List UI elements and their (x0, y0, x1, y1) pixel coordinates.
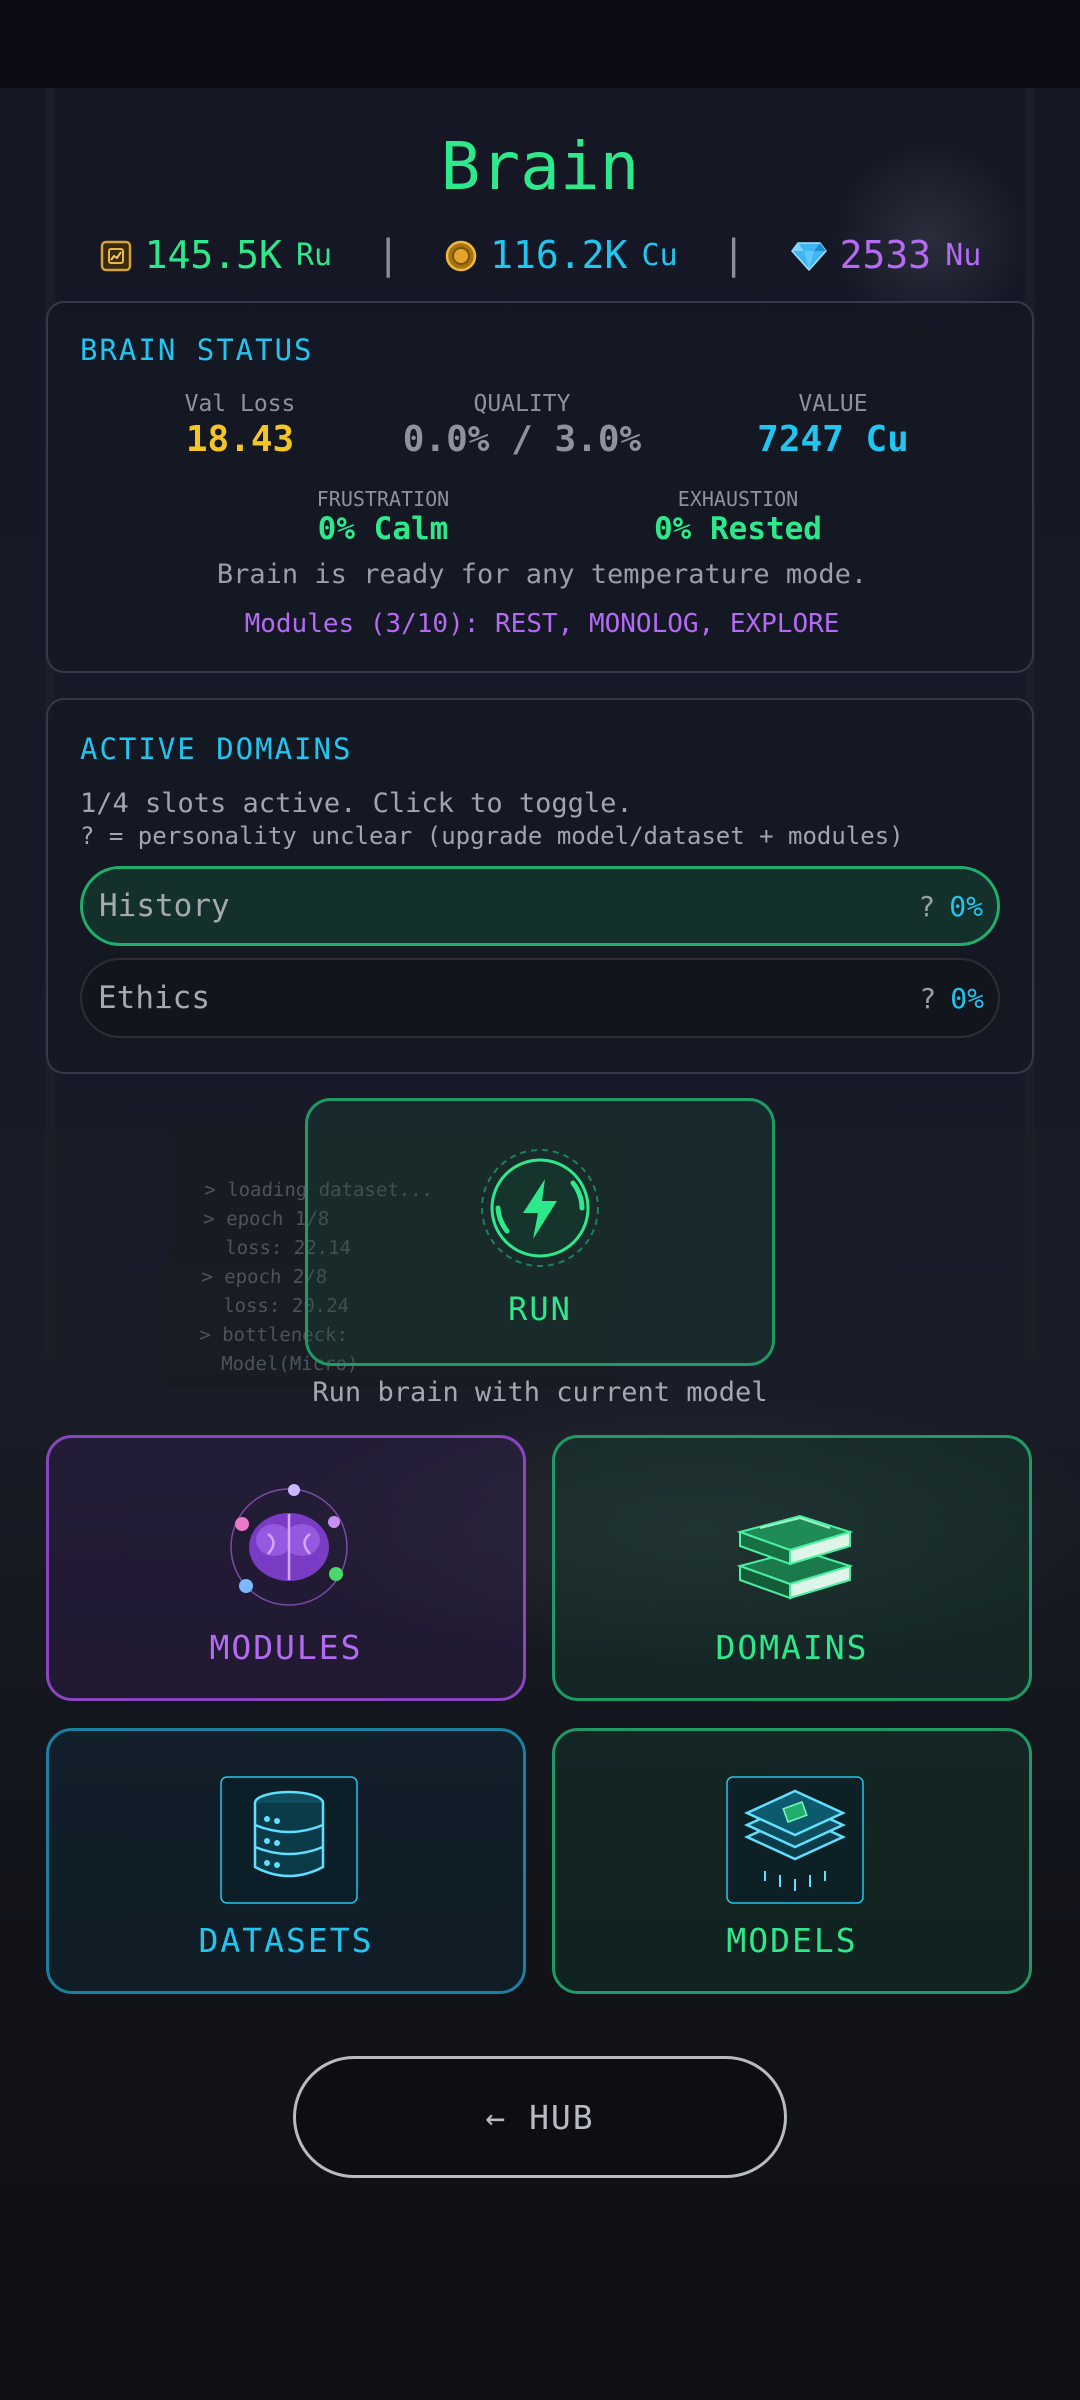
frustration-label: FRUSTRATION (316, 487, 450, 511)
books-icon (736, 1514, 854, 1600)
currency-bar: 145.5K Ru | 116.2K Cu | 2533 Nu (0, 225, 1080, 285)
model-layers-icon (726, 1776, 864, 1904)
currency-ru-amount: 145.5K (144, 233, 282, 277)
currency-separator: | (376, 232, 401, 278)
val-loss-label: Val Loss (184, 391, 296, 417)
currency-ru-unit: Ru (295, 237, 333, 273)
domains-tile-label: DOMAINS (715, 1628, 869, 1667)
domains-tile[interactable]: DOMAINS (552, 1435, 1032, 1701)
quality-label: QUALITY (473, 391, 571, 417)
active-domains-panel: ACTIVE DOMAINS 1/4 slots active. Click t… (46, 698, 1034, 1074)
value-value: 7247 Cu (757, 419, 909, 460)
domain-name: History (99, 888, 230, 924)
run-label: RUN (508, 1290, 572, 1328)
domain-name: Ethics (98, 980, 210, 1016)
quality-value: 0.0% / 3.0% (402, 419, 642, 460)
currency-cu-unit: Cu (641, 237, 678, 273)
chip-icon (99, 238, 133, 272)
diamond-icon (790, 238, 828, 272)
datasets-tile-label: DATASETS (198, 1921, 374, 1960)
domain-stats: ? 0% (918, 890, 983, 923)
brain-status-title: BRAIN STATUS (80, 333, 314, 367)
exhaustion-value: 0% Rested (654, 511, 822, 547)
domain-toggle-history[interactable]: History ? 0% (80, 866, 1000, 946)
personality-unclear-marker: ? (918, 889, 936, 923)
modules-summary: Modules (3/10): REST, MONOLOG, EXPLORE (244, 609, 840, 639)
currency-nu-unit: Nu (945, 237, 982, 273)
brain-icon (230, 1484, 348, 1606)
models-tile-label: MODELS (726, 1921, 858, 1960)
frustration-value: 0% Calm (317, 511, 449, 547)
page-title: Brain (440, 128, 640, 205)
exhaustion-label: EXHAUSTION (677, 487, 799, 511)
status-bar (0, 0, 1080, 88)
active-domains-title: ACTIVE DOMAINS (80, 732, 353, 766)
lightning-icon (481, 1149, 599, 1267)
coin-icon (444, 238, 478, 272)
personality-unclear-marker: ? (919, 981, 937, 1015)
brain-screen: > loading dataset... > epoch 1/8 loss: 2… (0, 0, 1080, 2400)
currency-separator: | (721, 232, 746, 278)
domain-toggle-ethics[interactable]: Ethics ? 0% (80, 958, 1000, 1038)
domain-percent: 0% (949, 889, 983, 923)
database-icon (220, 1776, 358, 1904)
val-loss-value: 18.43 (185, 419, 295, 460)
personality-hint: ? = personality unclear (upgrade model/d… (80, 822, 904, 850)
value-label: VALUE (798, 391, 868, 417)
modules-tile-label: MODULES (209, 1628, 363, 1667)
run-caption: Run brain with current model (312, 1377, 768, 1408)
datasets-tile[interactable]: DATASETS (46, 1728, 526, 1994)
modules-tile[interactable]: MODULES (46, 1435, 526, 1701)
hub-button[interactable]: ← HUB (293, 2056, 787, 2178)
currency-nu: 2533 Nu (790, 233, 982, 277)
currency-cu-amount: 116.2K (490, 233, 628, 277)
domain-percent: 0% (950, 981, 984, 1015)
domain-stats: ? 0% (919, 982, 984, 1015)
status-message: Brain is ready for any temperature mode. (216, 559, 868, 590)
currency-cu: 116.2K Cu (444, 233, 678, 277)
brain-status-panel: BRAIN STATUS Val Loss 18.43 QUALITY 0.0%… (46, 301, 1034, 673)
models-tile[interactable]: MODELS (552, 1728, 1032, 1994)
currency-ru: 145.5K Ru (99, 233, 332, 277)
currency-nu-amount: 2533 (839, 233, 932, 277)
slots-text: 1/4 slots active. Click to toggle. (80, 788, 633, 819)
